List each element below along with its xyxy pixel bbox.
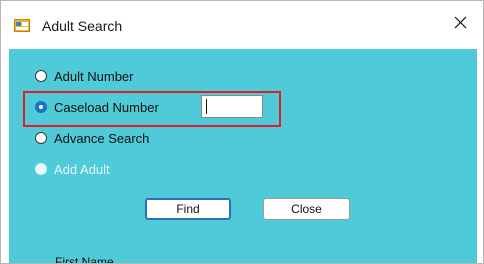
adult-number-label: Adult Number — [54, 68, 134, 84]
form-window-icon — [14, 19, 30, 32]
window-title: Adult Search — [42, 18, 123, 34]
title-bar: Adult Search — [1, 1, 483, 48]
adult-search-window: Adult Search Adult Number Caseload Numbe… — [0, 0, 484, 264]
caseload-number-input[interactable] — [201, 95, 263, 118]
close-x-icon — [454, 16, 467, 34]
add-adult-label: Add Adult — [54, 161, 110, 177]
first-name-label: First Name — [55, 255, 114, 264]
advance-search-radio[interactable] — [35, 132, 47, 144]
adult-number-radio[interactable] — [35, 70, 47, 82]
add-adult-radio — [35, 163, 47, 175]
close-button[interactable]: Close — [263, 198, 350, 220]
find-button[interactable]: Find — [145, 198, 231, 220]
caseload-number-label: Caseload Number — [54, 99, 159, 115]
close-window-button[interactable] — [437, 1, 483, 48]
caseload-number-option[interactable]: Caseload Number — [35, 98, 159, 116]
advance-search-option[interactable]: Advance Search — [35, 129, 149, 147]
adult-number-option[interactable]: Adult Number — [35, 67, 133, 85]
text-cursor — [206, 99, 207, 114]
search-panel: Adult Number Caseload Number Advance Sea… — [9, 49, 477, 264]
add-adult-option: Add Adult — [35, 160, 110, 178]
advance-search-label: Advance Search — [54, 130, 150, 146]
caseload-number-radio[interactable] — [35, 101, 47, 113]
